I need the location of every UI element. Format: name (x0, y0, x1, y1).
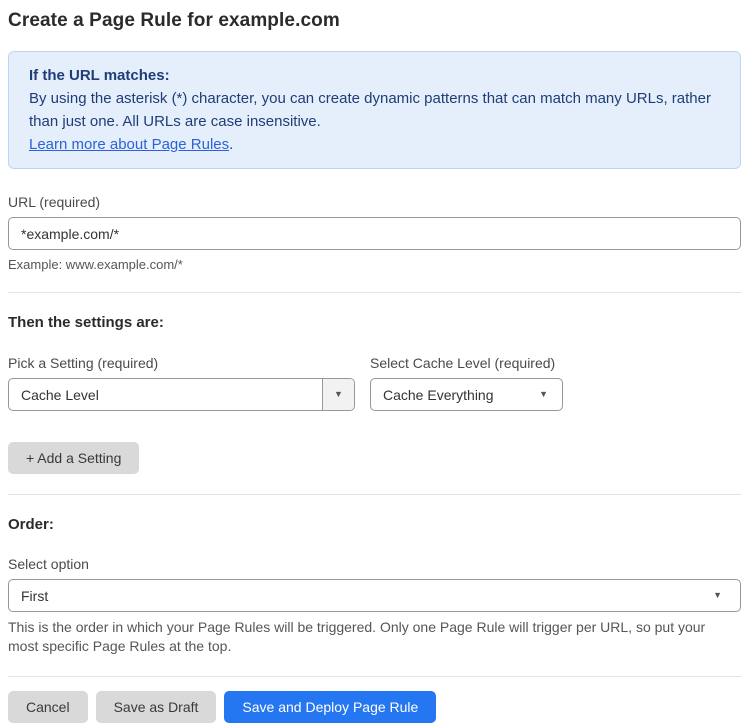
url-input[interactable] (8, 217, 741, 250)
divider (8, 676, 741, 677)
divider (8, 494, 741, 495)
url-match-info-box: If the URL matches: By using the asteris… (8, 51, 741, 169)
learn-more-link[interactable]: Learn more about Page Rules (29, 136, 229, 153)
chevron-down-icon: ▼ (322, 379, 354, 410)
form-actions: Cancel Save as Draft Save and Deploy Pag… (8, 691, 741, 723)
setting-dropdown[interactable]: Cache Level ▼ (8, 378, 355, 411)
order-heading: Order: (8, 516, 54, 533)
url-example-helper: Example: www.example.com/* (8, 257, 183, 272)
info-link-line: Learn more about Page Rules. (29, 133, 720, 156)
page-title: Create a Page Rule for example.com (8, 10, 340, 31)
cache-level-dropdown[interactable]: Cache Everything ▼ (370, 378, 563, 411)
settings-row: Pick a Setting (required) Cache Level ▼ … (8, 355, 741, 411)
info-box-heading: If the URL matches: (29, 67, 170, 84)
link-period-text: . (229, 136, 234, 153)
cancel-button[interactable]: Cancel (8, 691, 88, 723)
info-box-body: By using the asterisk (*) character, you… (29, 90, 711, 130)
cache-level-label: Select Cache Level (required) (370, 355, 556, 371)
order-helper-text: This is the order in which your Page Rul… (8, 619, 706, 654)
settings-heading: Then the settings are: (8, 314, 164, 331)
url-label: URL (required) (8, 194, 101, 210)
order-section: Order: Select option First ▼ This is the… (8, 516, 741, 656)
save-draft-button[interactable]: Save as Draft (95, 691, 217, 723)
order-dropdown-value: First (21, 587, 49, 604)
settings-section: Then the settings are: Pick a Setting (r… (8, 314, 741, 474)
url-field-group: URL (required) Example: www.example.com/… (8, 194, 741, 272)
order-dropdown[interactable]: First ▼ (8, 579, 741, 612)
chevron-down-icon: ▼ (713, 590, 722, 600)
setting-dropdown-value: Cache Level (21, 386, 99, 403)
pick-setting-label: Pick a Setting (required) (8, 355, 159, 371)
pick-setting-group: Pick a Setting (required) Cache Level ▼ (8, 355, 355, 411)
add-setting-button[interactable]: + Add a Setting (8, 442, 140, 474)
divider (8, 292, 741, 293)
cache-level-dropdown-value: Cache Everything (383, 386, 494, 403)
order-select-label: Select option (8, 556, 89, 572)
cache-level-group: Select Cache Level (required) Cache Ever… (370, 355, 563, 411)
chevron-down-icon: ▼ (539, 389, 548, 399)
create-page-rule-form: Create a Page Rule for example.com If th… (0, 0, 750, 723)
save-deploy-button[interactable]: Save and Deploy Page Rule (224, 691, 437, 723)
